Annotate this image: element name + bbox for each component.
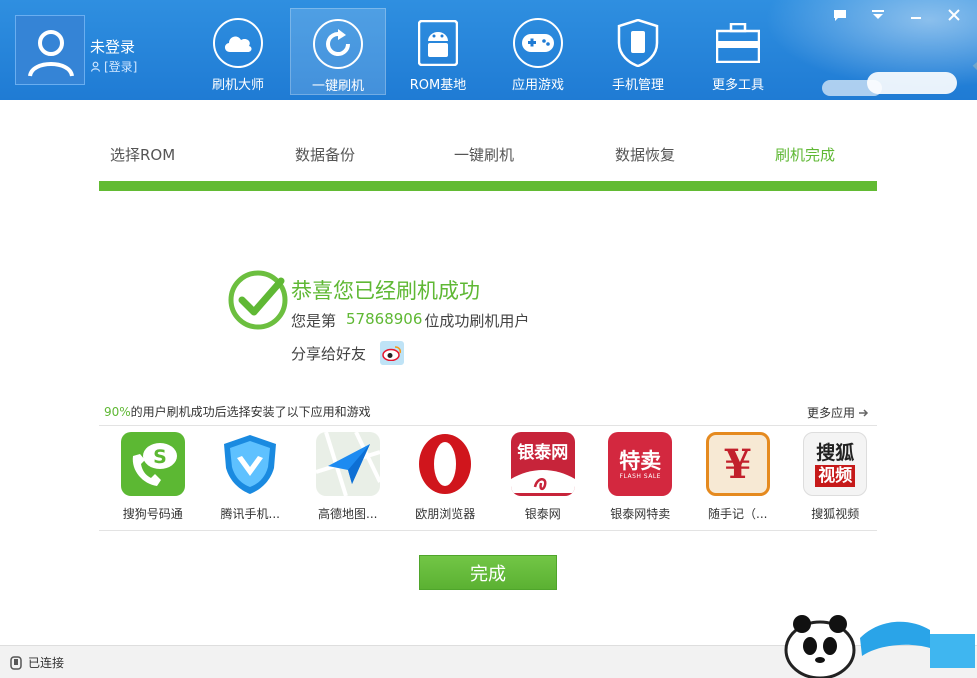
phone-shield-icon: [613, 18, 663, 68]
yen-logo-text: ¥: [723, 440, 752, 488]
cloud-icon: [213, 18, 263, 68]
feedback-button[interactable]: [829, 6, 851, 24]
window-controls: [829, 6, 965, 24]
recommend-heading: 90%的用户刷机成功后选择安装了以下应用和游戏: [104, 403, 371, 420]
amap-icon: [315, 432, 380, 496]
minimize-icon: [911, 17, 921, 19]
avatar[interactable]: [15, 15, 85, 85]
user-name: 未登录: [90, 38, 136, 56]
user-silhouette-icon: [28, 30, 74, 77]
chevron-down-icon: [872, 10, 884, 19]
close-button[interactable]: [943, 6, 965, 24]
success-rank: 您是第 57868906 位成功刷机用户: [291, 310, 529, 331]
nav-label: 更多工具: [711, 78, 764, 93]
nav-label: 刷机大师: [211, 78, 264, 93]
weibo-icon: [382, 346, 402, 361]
sohu-logo-subtext: 视频: [815, 465, 856, 487]
app-item[interactable]: 腾讯手机...: [202, 432, 300, 522]
divider: [99, 530, 877, 531]
gamepad-icon: [513, 18, 563, 68]
flash-steps: 选择ROM 数据备份 一键刷机 数据恢复 刷机完成: [99, 140, 877, 170]
app-label: 银泰网: [524, 507, 561, 521]
phone-icon: [10, 655, 22, 670]
header-cloud-decoration: [822, 80, 882, 96]
refresh-icon: [313, 19, 363, 69]
sohu-logo-text: 搜狐: [816, 442, 855, 464]
toolbox-icon: [713, 18, 763, 68]
yintai-logo-text: 银泰网: [517, 443, 569, 463]
app-label: 欧朋浏览器: [415, 507, 476, 521]
app-label: 搜狐视频: [811, 507, 860, 521]
menu-button[interactable]: [867, 6, 889, 24]
app-item[interactable]: 搜狐 视频 搜狐视频: [787, 432, 885, 522]
nav-item-rom-base[interactable]: ROM基地: [390, 8, 486, 95]
login-label: [登录]: [104, 60, 138, 74]
step-backup: 数据备份: [295, 146, 356, 164]
rank-suffix: 位成功刷机用户: [424, 312, 530, 330]
nav-item-flash-master[interactable]: 刷机大师: [190, 8, 286, 95]
nav-label: 手机管理: [611, 78, 664, 93]
recommend-percent: 90%: [104, 405, 131, 419]
step-select-rom: 选择ROM: [110, 146, 176, 164]
opera-icon: [413, 432, 477, 496]
step-progress-bar: [99, 181, 877, 191]
sale-logo-text: 特卖: [619, 448, 662, 473]
svg-text:S: S: [153, 446, 167, 468]
step-complete: 刷机完成: [775, 146, 836, 164]
sogou-phone-icon: S: [120, 432, 185, 496]
share-row: 分享给好友: [291, 341, 405, 365]
user-small-icon: [90, 61, 101, 72]
panda-watermark-logo: [784, 615, 975, 678]
android-icon: [413, 18, 463, 68]
more-apps-link[interactable]: 更多应用: [807, 404, 869, 421]
step-restore: 数据恢复: [615, 146, 676, 164]
nav-item-more-tools[interactable]: 更多工具: [690, 8, 786, 95]
tencent-shield-icon: [218, 432, 282, 496]
success-check-icon: [228, 270, 288, 330]
arrow-right-icon: [859, 408, 869, 417]
app-item[interactable]: 银泰网 银泰网: [494, 432, 592, 522]
app-label: 腾讯手机...: [220, 507, 280, 521]
more-apps-label: 更多应用: [806, 406, 855, 420]
finish-button[interactable]: 完成: [419, 555, 557, 590]
app-item[interactable]: 高德地图...: [299, 432, 397, 522]
minimize-button[interactable]: [905, 6, 927, 24]
chat-bubble-icon: [834, 9, 846, 21]
sale-logo-subtext: FLASH SALE: [619, 472, 661, 480]
app-label: 银泰网特卖: [610, 507, 671, 521]
status-label: 已连接: [28, 656, 65, 670]
app-item[interactable]: ¥ 随手记（...: [689, 432, 787, 522]
rank-count: 57868906: [346, 310, 423, 328]
yintai-icon: 银泰网: [510, 432, 575, 496]
app-item[interactable]: 特卖 FLASH SALE 银泰网特卖: [592, 432, 690, 522]
main-nav: 刷机大师 一键刷机 ROM基地 应用游戏 手机管理 更多工具: [190, 8, 790, 95]
nav-item-phone-manage[interactable]: 手机管理: [590, 8, 686, 95]
sohu-video-icon: 搜狐 视频: [803, 432, 868, 496]
nav-label: 一键刷机: [311, 79, 364, 94]
user-panel: 未登录 [登录]: [0, 0, 190, 100]
nav-label: ROM基地: [409, 78, 467, 93]
nav-item-one-click-flash[interactable]: 一键刷机: [290, 8, 386, 95]
step-flash: 一键刷机: [454, 146, 515, 164]
weibo-share-button[interactable]: [380, 341, 405, 365]
connection-status: 已连接: [10, 654, 64, 671]
rank-prefix: 您是第: [291, 312, 337, 330]
success-title: 恭喜您已经刷机成功: [291, 279, 480, 303]
recommend-text: 的用户刷机成功后选择安装了以下应用和游戏: [130, 405, 371, 419]
app-item[interactable]: S 搜狗号码通: [104, 432, 202, 522]
login-link[interactable]: [登录]: [90, 58, 137, 75]
app-label: 搜狗号码通: [122, 507, 183, 521]
app-item[interactable]: 欧朋浏览器: [397, 432, 495, 522]
title-bar: 未登录 [登录] 刷机大师 一键刷机 ROM基地 应用游戏 手机管理 更多工具: [0, 0, 977, 100]
yen-icon: ¥: [705, 432, 770, 496]
nav-item-apps-games[interactable]: 应用游戏: [490, 8, 586, 95]
app-label: 高德地图...: [318, 507, 378, 521]
app-label: 随手记（...: [708, 507, 768, 521]
divider: [99, 425, 877, 426]
yintai-sale-icon: 特卖 FLASH SALE: [608, 432, 673, 496]
recommended-apps: S 搜狗号码通 腾讯手机... 高德地图... 欧朋浏览器 银泰网 银泰网 特卖…: [104, 432, 884, 522]
share-label: 分享给好友: [291, 344, 367, 363]
nav-label: 应用游戏: [511, 78, 564, 93]
close-icon: [948, 9, 960, 21]
